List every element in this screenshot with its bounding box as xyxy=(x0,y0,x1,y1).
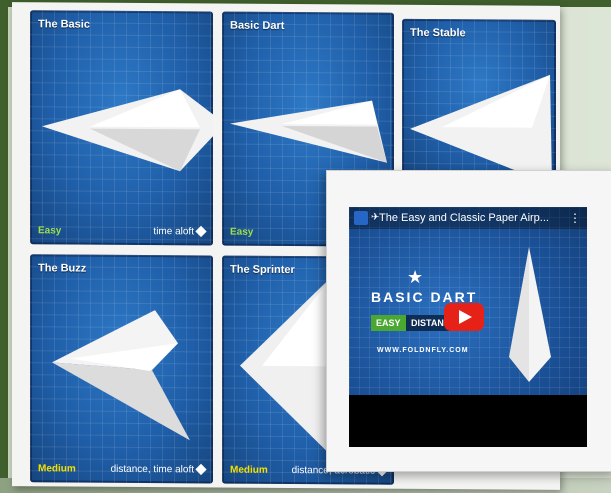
website-url: WWW.FOLDNFLY.COM xyxy=(377,347,469,354)
channel-logo-icon[interactable] xyxy=(354,211,368,225)
paper-plane-icon xyxy=(42,89,213,172)
paper-plane-icon xyxy=(52,310,190,441)
card-tags: distance, time aloft xyxy=(111,464,207,476)
play-button[interactable] xyxy=(444,303,484,331)
paper-plane-icon xyxy=(410,74,552,180)
card-the-basic[interactable]: The Basic Easy time aloft xyxy=(30,10,213,246)
card-title: The Sprinter xyxy=(230,263,295,277)
more-options-icon[interactable]: ⋮ xyxy=(569,211,581,225)
video-title[interactable]: The Easy and Classic Paper Airp... xyxy=(379,212,569,224)
difficulty-label: Medium xyxy=(38,463,76,475)
left-border xyxy=(0,0,8,493)
video-bottom-area xyxy=(349,395,587,447)
star-logo-icon: ★ xyxy=(407,267,424,287)
difficulty-label: Easy xyxy=(230,226,254,238)
card-title: The Stable xyxy=(410,26,466,40)
difficulty-label: Medium xyxy=(230,464,268,476)
card-title: The Buzz xyxy=(38,262,87,275)
video-player[interactable]: ✈ The Easy and Classic Paper Airp... ⋮ ★… xyxy=(349,207,587,447)
difficulty-label: Easy xyxy=(38,225,62,237)
card-the-stable[interactable]: The Stable xyxy=(402,18,556,180)
card-title: Basic Dart xyxy=(230,19,285,32)
tag-icon xyxy=(195,464,207,476)
tag-icon xyxy=(195,226,207,238)
card-title: The Basic xyxy=(38,18,90,31)
card-tags: time aloft xyxy=(153,226,207,238)
paper-plane-icon xyxy=(509,247,551,382)
easy-badge: EASY xyxy=(371,315,406,331)
card-the-buzz[interactable]: The Buzz Medium distance, time aloft xyxy=(30,254,213,484)
